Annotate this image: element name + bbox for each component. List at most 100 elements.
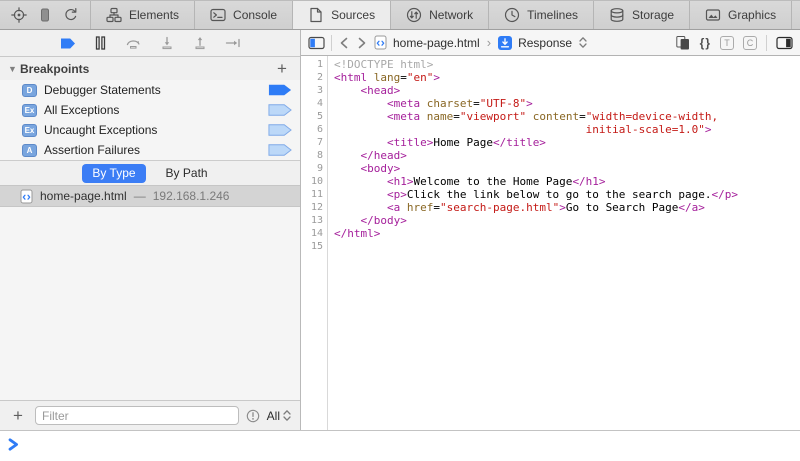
- code-line: <a href="search-page.html">Go to Search …: [334, 201, 800, 214]
- by-path-button[interactable]: By Path: [156, 164, 218, 183]
- breakpoint-row[interactable]: DDebugger Statements: [0, 80, 300, 100]
- issues-filter-icon[interactable]: [246, 409, 260, 423]
- inspect-target-button[interactable]: [6, 4, 32, 26]
- toolbar-left-group: [0, 1, 91, 29]
- right-sidebar-toggle-icon[interactable]: [776, 35, 793, 51]
- breakpoints-list: DDebugger StatementsExAll Exceptions Ex Un…: [0, 80, 300, 160]
- line-number[interactable]: 6: [301, 123, 327, 136]
- breakpoint-toggle-flag-icon[interactable]: [268, 104, 292, 116]
- tab-label: Timelines: [527, 8, 578, 22]
- line-number[interactable]: 9: [301, 162, 327, 175]
- line-number[interactable]: 5: [301, 110, 327, 123]
- storage-icon: [609, 7, 625, 23]
- type-c-icon[interactable]: C: [743, 36, 757, 50]
- line-number[interactable]: 8: [301, 149, 327, 162]
- breakpoint-toggle-flag-icon[interactable]: [268, 124, 292, 136]
- breakpoint-type-badge: A: [22, 144, 37, 157]
- line-number[interactable]: 13: [301, 214, 327, 227]
- line-number[interactable]: 14: [301, 227, 327, 240]
- elements-icon: [106, 7, 122, 23]
- breakpoints-section-header[interactable]: ▼ Breakpoints +: [0, 57, 300, 80]
- more-tabs-button[interactable]: »: [792, 4, 800, 26]
- tab-label: Sources: [331, 8, 375, 22]
- filter-scope-label: All: [267, 409, 280, 423]
- pretty-print-icon[interactable]: {}: [700, 36, 711, 50]
- line-number[interactable]: 3: [301, 84, 327, 97]
- continue-flag-button[interactable]: [58, 34, 78, 52]
- pause-icon: [94, 36, 107, 50]
- add-breakpoint-button[interactable]: +: [272, 60, 292, 77]
- code-line: <p>Click the link below to go to the sea…: [334, 188, 800, 201]
- timelines-icon: [504, 7, 520, 23]
- line-number[interactable]: 4: [301, 97, 327, 110]
- breakpoint-toggle-flag-icon[interactable]: [268, 144, 292, 156]
- line-number[interactable]: 11: [301, 188, 327, 201]
- step-into-button[interactable]: [157, 34, 177, 52]
- resource-name: home-page.html: [40, 189, 127, 203]
- content-pane: home-page.html › Response {} T C 1234567…: [301, 30, 800, 430]
- step-over-button[interactable]: [124, 34, 144, 52]
- tab-storage[interactable]: Storage: [594, 1, 690, 29]
- debugger-sidebar: ▼ Breakpoints + DDebugger StatementsExAl…: [0, 30, 301, 430]
- device-button[interactable]: [32, 4, 58, 26]
- line-number[interactable]: 12: [301, 201, 327, 214]
- breakpoint-toggle-flag-icon[interactable]: [268, 84, 292, 96]
- step-out-button[interactable]: [190, 34, 210, 52]
- code-line: initial-scale=1.0">: [334, 123, 800, 136]
- breakpoint-label: Assertion Failures: [44, 143, 261, 157]
- left-sidebar-toggle-icon[interactable]: [308, 35, 325, 51]
- tab-console[interactable]: Console: [195, 1, 293, 29]
- breakpoint-row[interactable]: Ex Uncaught Exceptions: [0, 120, 300, 140]
- tab-elements[interactable]: Elements: [91, 1, 195, 29]
- copy-icon[interactable]: [675, 35, 691, 51]
- line-number[interactable]: 10: [301, 175, 327, 188]
- disclosure-triangle-icon[interactable]: ▼: [8, 64, 20, 74]
- line-number[interactable]: 1: [301, 58, 327, 71]
- line-number[interactable]: 7: [301, 136, 327, 149]
- console-icon: [210, 7, 226, 23]
- code-line: <!DOCTYPE html>: [334, 58, 800, 71]
- breakpoint-type-badge: Ex: [22, 124, 37, 137]
- filter-scope-selector[interactable]: All: [267, 409, 292, 423]
- sidebar-filter-bar: + All: [0, 400, 300, 430]
- type-t-icon[interactable]: T: [720, 36, 734, 50]
- response-segment-selector[interactable]: Response: [518, 36, 572, 50]
- step-out-icon: [193, 36, 207, 50]
- step-next-button[interactable]: [223, 34, 243, 52]
- tab-label: Elements: [129, 8, 179, 22]
- line-number[interactable]: 15: [301, 240, 327, 253]
- pause-button[interactable]: [91, 34, 111, 52]
- reload-button[interactable]: [58, 4, 84, 26]
- add-filter-button[interactable]: +: [8, 407, 28, 424]
- breakpoint-row[interactable]: A Assertion Failures: [0, 140, 300, 160]
- inspect-target-icon: [11, 7, 27, 23]
- updown-chevrons-icon[interactable]: [578, 36, 588, 49]
- code-line: <html lang="en">: [334, 71, 800, 84]
- response-download-icon: [498, 36, 512, 50]
- filter-input[interactable]: [35, 406, 239, 425]
- console-prompt-icon: [8, 438, 19, 451]
- source-code-area: <!DOCTYPE html><html lang="en"> <head> <…: [328, 56, 800, 430]
- tab-graphics[interactable]: Graphics: [690, 1, 792, 29]
- tab-timelines[interactable]: Timelines: [489, 1, 594, 29]
- divider: [766, 35, 767, 51]
- breadcrumb-file-name[interactable]: home-page.html: [393, 36, 480, 50]
- line-number[interactable]: 2: [301, 71, 327, 84]
- reload-icon: [63, 7, 79, 23]
- line-number-gutter[interactable]: 123456789101112131415: [301, 56, 328, 430]
- tab-network[interactable]: Network: [391, 1, 489, 29]
- more-tabs-icon: »: [794, 8, 800, 23]
- content-navigation-bar: home-page.html › Response {} T C: [301, 30, 800, 56]
- back-icon[interactable]: [338, 36, 350, 50]
- quick-console-bar[interactable]: [0, 430, 800, 461]
- tab-sources[interactable]: Sources: [293, 1, 391, 29]
- by-type-button[interactable]: By Type: [82, 164, 145, 183]
- network-icon: [406, 7, 422, 23]
- resource-row-home-page[interactable]: home-page.html — 192.168.1.246: [0, 185, 300, 207]
- breakpoint-label: Uncaught Exceptions: [44, 123, 261, 137]
- toolbar-right-group: »: [792, 1, 800, 29]
- html-document-icon: [20, 189, 33, 204]
- step-into-icon: [160, 36, 174, 50]
- forward-icon[interactable]: [356, 36, 368, 50]
- breakpoint-row[interactable]: ExAll Exceptions: [0, 100, 300, 120]
